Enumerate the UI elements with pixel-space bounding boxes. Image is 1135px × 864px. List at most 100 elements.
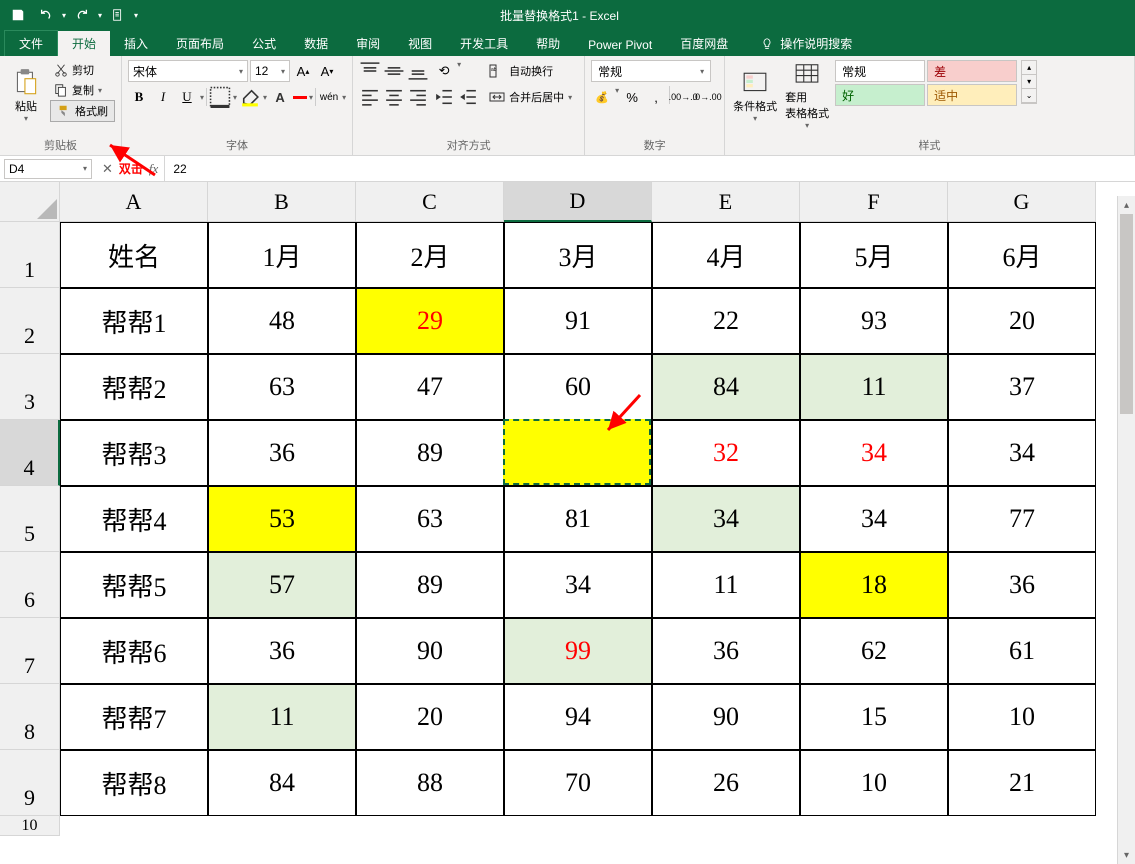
cell-G1[interactable]: 6月 [948,222,1096,288]
scroll-thumb[interactable] [1120,214,1133,414]
tab-dev[interactable]: 开发工具 [446,31,522,56]
cell-A4[interactable]: 帮帮3 [60,420,208,486]
cell-E4[interactable]: 32 [652,420,800,486]
number-format-combo[interactable]: 常规▾ [591,60,711,82]
undo-button[interactable] [34,3,58,27]
cell-F4[interactable]: 34 [800,420,948,486]
align-center-button[interactable] [383,86,405,108]
tell-me-search[interactable]: 操作说明搜索 [750,31,862,56]
style-good[interactable]: 好 [835,84,925,106]
column-header-A[interactable]: A [60,182,208,222]
scroll-more-icon[interactable]: ⌄ [1022,89,1036,103]
font-size-combo[interactable]: 12▾ [250,60,290,82]
align-bottom-button[interactable] [407,60,429,82]
tab-file[interactable]: 文件 [4,30,58,56]
tab-formula[interactable]: 公式 [238,31,290,56]
redo-dropdown-icon[interactable]: ▾ [98,11,102,20]
cell-B2[interactable]: 48 [208,288,356,354]
cell-F8[interactable]: 15 [800,684,948,750]
save-button[interactable] [6,3,30,27]
merge-center-button[interactable]: 合并后居中▾ [483,86,578,108]
underline-button[interactable]: U [176,86,198,108]
cell-C8[interactable]: 20 [356,684,504,750]
row-header-2[interactable]: 2 [0,288,60,354]
cell-E6[interactable]: 11 [652,552,800,618]
tab-home[interactable]: 开始 [58,31,110,56]
accounting-format-button[interactable]: 💰 [591,86,613,108]
decrease-indent-button[interactable] [433,86,455,108]
row-header-7[interactable]: 7 [0,618,60,684]
cell-E5[interactable]: 34 [652,486,800,552]
row-header-9[interactable]: 9 [0,750,60,816]
cell-A3[interactable]: 帮帮2 [60,354,208,420]
style-neutral[interactable]: 适中 [927,84,1017,106]
chevron-down-icon[interactable]: ▾ [457,60,461,82]
cell-E8[interactable]: 90 [652,684,800,750]
cell-G2[interactable]: 20 [948,288,1096,354]
row-header-6[interactable]: 6 [0,552,60,618]
chevron-down-icon[interactable]: ▾ [615,86,619,108]
undo-dropdown-icon[interactable]: ▾ [62,11,66,20]
format-painter-button[interactable]: 格式刷 [50,100,115,122]
font-color-button[interactable]: A [269,86,291,108]
align-top-button[interactable] [359,60,381,82]
cell-D5[interactable]: 81 [504,486,652,552]
cell-E7[interactable]: 36 [652,618,800,684]
scroll-up-icon[interactable]: ▴ [1118,196,1135,214]
new-button[interactable] [106,3,130,27]
cell-B1[interactable]: 1月 [208,222,356,288]
comma-format-button[interactable]: , [645,86,667,108]
cell-G5[interactable]: 77 [948,486,1096,552]
cell-C3[interactable]: 47 [356,354,504,420]
cell-A2[interactable]: 帮帮1 [60,288,208,354]
tab-layout[interactable]: 页面布局 [162,31,238,56]
increase-indent-button[interactable] [457,86,479,108]
column-header-D[interactable]: D [504,182,652,222]
cell-A6[interactable]: 帮帮5 [60,552,208,618]
cut-button[interactable]: 剪切 [50,60,115,80]
paste-button[interactable]: 粘贴 ▾ [6,60,46,130]
cell-B9[interactable]: 84 [208,750,356,816]
pinyin-button[interactable]: wén [318,86,340,108]
wrap-text-button[interactable]: ab自动换行 [483,60,578,82]
cell-F9[interactable]: 10 [800,750,948,816]
chevron-down-icon[interactable]: ▾ [309,93,313,102]
format-as-table-button[interactable]: 套用 表格格式▾ [783,60,831,130]
cell-C1[interactable]: 2月 [356,222,504,288]
align-left-button[interactable] [359,86,381,108]
font-name-combo[interactable]: 宋体▾ [128,60,248,82]
tab-review[interactable]: 审阅 [342,31,394,56]
chevron-down-icon[interactable]: ▾ [263,93,267,102]
column-header-F[interactable]: F [800,182,948,222]
cell-C5[interactable]: 63 [356,486,504,552]
cell-D2[interactable]: 91 [504,288,652,354]
cell-G7[interactable]: 61 [948,618,1096,684]
cell-D3[interactable]: 60 [504,354,652,420]
decrease-font-button[interactable]: A▾ [316,60,338,82]
cell-A8[interactable]: 帮帮7 [60,684,208,750]
cell-C7[interactable]: 90 [356,618,504,684]
cell-F2[interactable]: 93 [800,288,948,354]
align-right-button[interactable] [407,86,429,108]
cell-A9[interactable]: 帮帮8 [60,750,208,816]
cell-E1[interactable]: 4月 [652,222,800,288]
cell-B7[interactable]: 36 [208,618,356,684]
scroll-down-icon[interactable]: ▾ [1118,846,1135,864]
border-button[interactable] [209,86,231,108]
row-header-4[interactable]: 4 [0,420,60,486]
style-bad[interactable]: 差 [927,60,1017,82]
scroll-down-icon[interactable]: ▾ [1022,75,1036,89]
bold-button[interactable]: B [128,86,150,108]
style-normal[interactable]: 常规 [835,60,925,82]
italic-button[interactable]: I [152,86,174,108]
cell-D6[interactable]: 34 [504,552,652,618]
percent-format-button[interactable]: % [621,86,643,108]
cell-G8[interactable]: 10 [948,684,1096,750]
redo-button[interactable] [70,3,94,27]
conditional-format-button[interactable]: 条件格式▾ [731,60,779,130]
tab-pivot[interactable]: Power Pivot [574,34,666,56]
cell-G4[interactable]: 34 [948,420,1096,486]
row-header-3[interactable]: 3 [0,354,60,420]
cell-D4[interactable]: 22 [504,420,652,486]
cell-G3[interactable]: 37 [948,354,1096,420]
